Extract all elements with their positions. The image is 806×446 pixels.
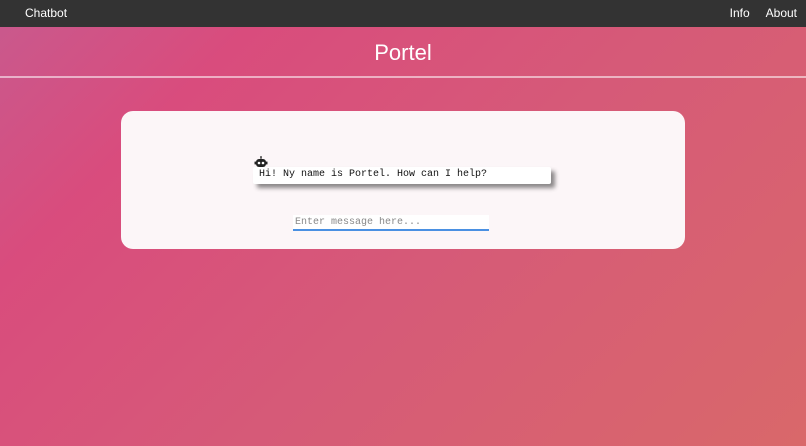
header-divider (0, 76, 806, 78)
top-navbar: Chatbot Info About (0, 0, 806, 27)
navbar-brand-chatbot[interactable]: Chatbot (25, 6, 67, 20)
chat-card: Hi! Ny name is Portel. How can I help? (121, 111, 685, 249)
message-input[interactable] (293, 215, 489, 231)
nav-link-info[interactable]: Info (730, 6, 750, 20)
bot-message-bubble: Hi! Ny name is Portel. How can I help? (253, 167, 551, 184)
page-title: Portel (374, 40, 432, 65)
navbar-links: Info About (714, 6, 797, 20)
nav-link-about[interactable]: About (766, 6, 797, 20)
bot-message-text: Hi! Ny name is Portel. How can I help? (259, 169, 488, 180)
